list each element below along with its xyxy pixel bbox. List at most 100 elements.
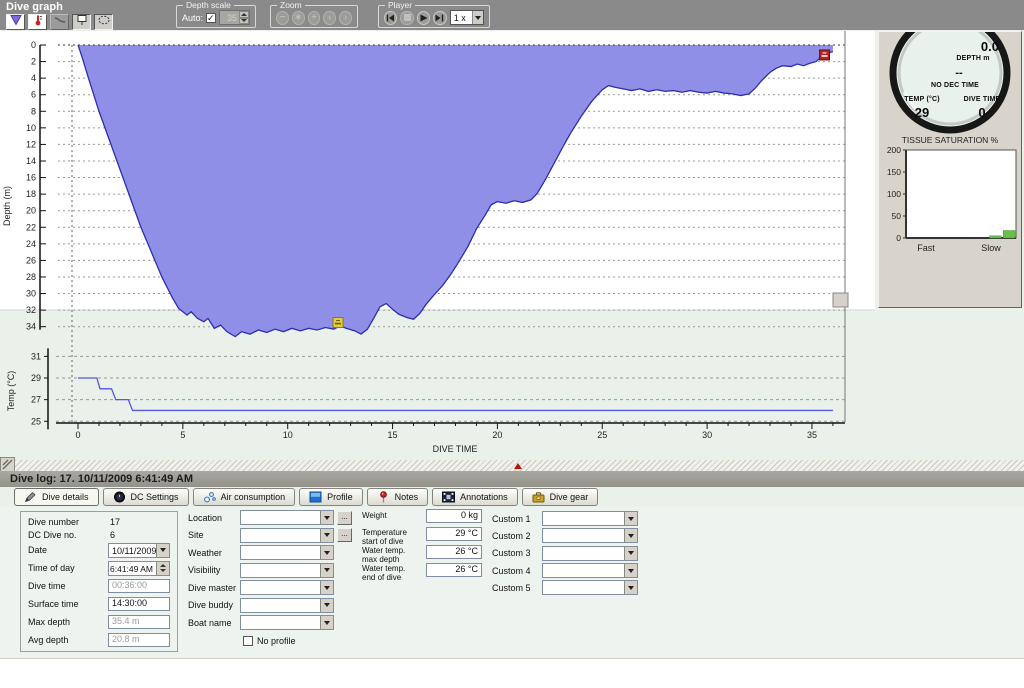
- chevron-down-icon[interactable]: [320, 616, 333, 629]
- chevron-down-icon[interactable]: [624, 529, 637, 542]
- avg-depth-field[interactable]: 20.8 m: [108, 633, 170, 647]
- dive-master-select[interactable]: [240, 580, 334, 595]
- svg-text:6: 6: [31, 90, 36, 100]
- svg-text:27: 27: [31, 395, 41, 405]
- temperature-toggle-button[interactable]: [28, 14, 47, 30]
- svg-text:18: 18: [26, 189, 36, 199]
- weight-field[interactable]: 0 kg: [426, 509, 482, 523]
- depth-scale-group: Depth scale Auto: ✓ 35: [176, 5, 256, 28]
- chevron-down-icon[interactable]: [320, 529, 333, 542]
- custom-3-select[interactable]: [542, 546, 638, 561]
- time-of-day-spinner[interactable]: 6:41:49 AM: [108, 561, 170, 576]
- pin-icon: [377, 491, 390, 503]
- svg-text:Slow: Slow: [981, 243, 1001, 253]
- chevron-down-icon[interactable]: [320, 564, 333, 577]
- custom-fields-column: Custom 1 Custom 2 Custom 3 Custom 4 Cust…: [492, 510, 644, 596]
- svg-text:Fast: Fast: [917, 243, 935, 253]
- custom-5-select[interactable]: [542, 580, 638, 595]
- gauge-depth-label: DEPTH m: [947, 55, 999, 62]
- gradient-toggle-button[interactable]: [50, 14, 69, 30]
- dive-buddy-select[interactable]: [240, 598, 334, 613]
- site-browse-button[interactable]: ...: [337, 528, 352, 542]
- chevron-down-icon[interactable]: [320, 581, 333, 594]
- selection-toggle-button[interactable]: [94, 14, 113, 30]
- custom-4-select[interactable]: [542, 563, 638, 578]
- chevron-down-icon[interactable]: [624, 512, 637, 525]
- tab-annotations[interactable]: Annotations: [432, 488, 518, 506]
- svg-text:35: 35: [807, 430, 817, 440]
- zoom-out-button[interactable]: −: [276, 11, 289, 25]
- player-rewind-button[interactable]: [384, 11, 397, 25]
- tab-dive-gear[interactable]: Dive gear: [522, 488, 599, 506]
- gauge-temp-value: 29: [891, 105, 953, 120]
- location-browse-button[interactable]: ...: [337, 511, 352, 525]
- player-stop-button[interactable]: [400, 11, 413, 25]
- tab-notes[interactable]: Notes: [367, 488, 429, 506]
- marker-toggle-button[interactable]: [72, 14, 91, 30]
- chevron-down-icon[interactable]: [320, 511, 333, 524]
- water-temp-max-field[interactable]: 26 °C: [426, 545, 482, 559]
- chevron-down-icon[interactable]: [472, 11, 483, 24]
- panel-title: Dive graph: [6, 1, 63, 13]
- auto-checkbox[interactable]: ✓: [206, 13, 216, 23]
- tab-air-consumption[interactable]: Air consumption: [193, 488, 296, 506]
- no-profile-checkbox[interactable]: [243, 636, 253, 646]
- depth-scale-spinner[interactable]: 35: [219, 10, 250, 25]
- boat-name-select[interactable]: [240, 615, 334, 630]
- gauge-time-label: DIVE TIME: [951, 96, 1013, 103]
- chevron-down-icon[interactable]: [156, 544, 169, 557]
- zoom-in-button[interactable]: +: [308, 11, 321, 25]
- visibility-select[interactable]: [240, 563, 334, 578]
- spin-updown-icon[interactable]: [156, 562, 169, 575]
- chevron-down-icon[interactable]: [320, 599, 333, 612]
- zoom-reset-button[interactable]: ∗: [292, 11, 305, 25]
- gauge-temp-label: TEMP (°C): [891, 96, 953, 103]
- dive-log-header: Dive log: 17. 10/11/2009 6:41:49 AM: [0, 471, 1024, 487]
- svg-text:20: 20: [26, 206, 36, 216]
- splitter-handle-icon[interactable]: [0, 457, 15, 472]
- tab-profile[interactable]: Profile: [299, 488, 363, 506]
- surface-time-field[interactable]: 14:30:00: [108, 597, 170, 611]
- pan-right-button[interactable]: ›: [339, 11, 352, 25]
- weather-select[interactable]: [240, 545, 334, 560]
- tab-dc-settings[interactable]: DC Settings: [103, 488, 189, 506]
- svg-text:16: 16: [26, 173, 36, 183]
- svg-text:Depth (m): Depth (m): [2, 186, 12, 226]
- svg-text:30: 30: [702, 430, 712, 440]
- depth-profile-toggle-button[interactable]: [6, 14, 25, 30]
- chevron-down-icon[interactable]: [624, 564, 637, 577]
- custom-2-select[interactable]: [542, 528, 638, 543]
- dive-graph-toolbar: Dive graph Depth scale Auto: ✓ 35 Zoo: [0, 0, 1024, 31]
- player-step-button[interactable]: [433, 11, 446, 25]
- chevron-down-icon[interactable]: [320, 546, 333, 559]
- dive-graph-panel: 0246810121416182022242628303234Depth (m)…: [0, 31, 875, 460]
- svg-text:8: 8: [31, 106, 36, 116]
- gauge-dec-label: NO DEC TIME: [917, 82, 993, 89]
- chevron-down-icon[interactable]: [624, 547, 637, 560]
- svg-text:32: 32: [26, 305, 36, 315]
- svg-text:0: 0: [896, 233, 901, 243]
- tab-dive-details[interactable]: Dive details: [14, 488, 99, 506]
- horizontal-splitter[interactable]: [0, 460, 1024, 471]
- gauge-dec-value: --: [937, 67, 981, 79]
- svg-text:2: 2: [31, 57, 36, 67]
- svg-text:29: 29: [31, 373, 41, 383]
- max-depth-field[interactable]: 35.4 m: [108, 615, 170, 629]
- svg-text:34: 34: [26, 322, 36, 332]
- player-play-button[interactable]: [417, 11, 430, 25]
- temp-start-field[interactable]: 29 °C: [426, 527, 482, 541]
- film-icon: [442, 491, 455, 503]
- site-select[interactable]: [240, 528, 334, 543]
- custom-1-select[interactable]: [542, 511, 638, 526]
- svg-text:200: 200: [887, 146, 901, 155]
- dive-computer-panel: 0.0 DEPTH m -- NO DEC TIME TEMP (°C) 29 …: [878, 31, 1022, 308]
- water-temp-end-field[interactable]: 26 °C: [426, 563, 482, 577]
- date-select[interactable]: 10/11/2009: [108, 543, 170, 558]
- pan-left-button[interactable]: ‹: [323, 11, 336, 25]
- spin-down-icon[interactable]: [239, 18, 249, 25]
- location-select[interactable]: [240, 510, 334, 525]
- conditions-column: Weight 0 kg Temperaturestart of dive 29 …: [362, 509, 488, 581]
- player-speed-select[interactable]: 1 x: [450, 10, 484, 25]
- chevron-down-icon[interactable]: [624, 581, 637, 594]
- dive-time-field[interactable]: 00:36:00: [108, 579, 170, 593]
